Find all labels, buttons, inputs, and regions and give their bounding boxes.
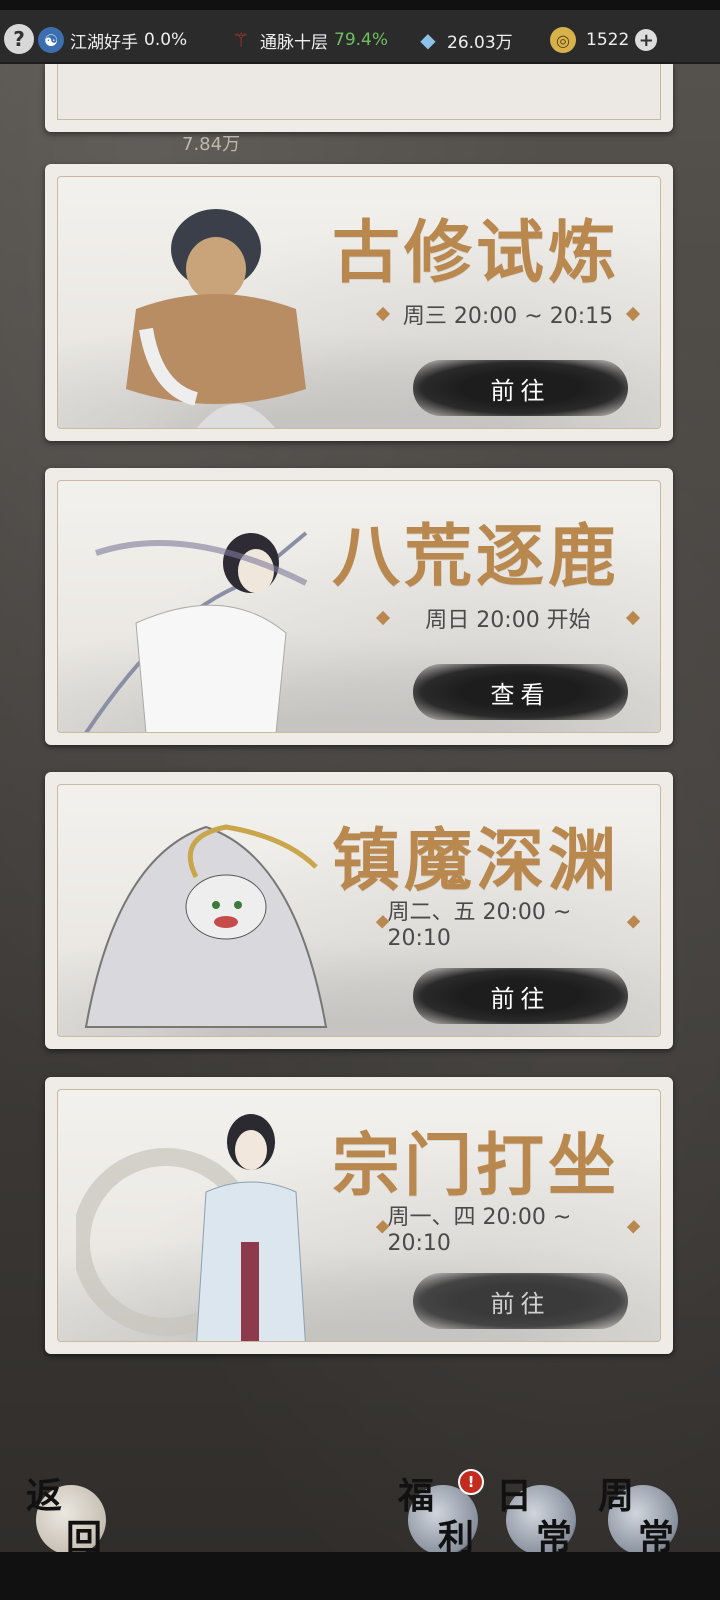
welfare-char-1: 福 [398, 1475, 435, 1517]
weekly-button[interactable]: 周 常 [598, 1465, 688, 1561]
go-button[interactable]: 前往 [413, 968, 628, 1024]
back-char-1: 返 [26, 1475, 63, 1517]
swordsman-illustration [84, 531, 308, 732]
event-card-sect-meditation[interactable]: 宗门打坐 周一、四 20:00 ~ 20:10 前往 [45, 1077, 673, 1354]
scholar-illustration [76, 1114, 306, 1341]
muscular-warrior-illustration [126, 209, 306, 428]
event-schedule: 周三 20:00 ~ 20:15 [402, 304, 614, 329]
event-title: 古修试炼 [331, 213, 620, 293]
cultivation-pct: 79.4% [334, 30, 389, 50]
help-button[interactable]: ? [4, 24, 34, 54]
top-status-bar: ? ☯ 江湖好手 0.0% ⚚ 通脉十层 79.4% ◆ 26.03万 ◎ 15… [0, 0, 720, 64]
cultivation-stat[interactable]: ⚚ 通脉十层 79.4% [228, 24, 388, 56]
event-schedule: 周一、四 20:00 ~ 20:10 [387, 1204, 572, 1256]
notification-badge: ! [458, 1469, 484, 1495]
rank-stat[interactable]: ☯ 江湖好手 0.0% [38, 24, 187, 56]
card-frame: 镇魔深渊 周二、五 20:00 ~ 20:10 前往 [57, 784, 661, 1037]
daily-button[interactable]: 日 常 [496, 1465, 586, 1561]
system-strip [0, 0, 720, 10]
event-card-ancient-trial[interactable]: 古修试炼 周三 20:00 ~ 20:15 前往 [45, 164, 673, 441]
system-nav-bar [0, 1552, 720, 1600]
event-schedule: 周二、五 20:00 ~ 20:10 [387, 899, 572, 951]
crystal-icon: ◆ [420, 28, 436, 52]
card-frame: 宗门打坐 周一、四 20:00 ~ 20:10 前往 [57, 1089, 661, 1342]
gold-stat[interactable]: ◎ 1522 + [550, 24, 658, 56]
event-schedule-row: 周日 20:00 开始 [375, 603, 641, 633]
diamond-icon [625, 610, 641, 626]
weekly-char-1: 周 [598, 1475, 635, 1517]
event-schedule-row: 周三 20:00 ~ 20:15 [375, 299, 641, 329]
diamond-icon [375, 610, 391, 626]
cultivation-label: 通脉十层 [260, 32, 328, 53]
card-frame: 古修试炼 周三 20:00 ~ 20:15 前往 [57, 176, 661, 429]
event-schedule-row: 周二、五 20:00 ~ 20:10 [375, 900, 641, 951]
event-schedule: 周日 20:00 开始 [425, 608, 591, 633]
welfare-button[interactable]: 福 利 ! [398, 1465, 488, 1561]
diamond-icon [375, 306, 391, 322]
rank-label: 江湖好手 [70, 32, 138, 53]
gold-coin-icon: ◎ [550, 27, 576, 53]
meridian-icon: ⚚ [232, 28, 250, 52]
partial-card-frame [57, 64, 661, 120]
view-button[interactable]: 查看 [413, 664, 628, 720]
rank-pct: 0.0% [144, 30, 188, 50]
event-card-bahuang[interactable]: 八荒逐鹿 周日 20:00 开始 查看 [45, 468, 673, 745]
spirit-stone-stat[interactable]: ◆ 26.03万 [415, 24, 513, 56]
partial-event-card [45, 64, 673, 132]
event-schedule-row: 周一、四 20:00 ~ 20:10 [375, 1205, 641, 1256]
card-frame: 八荒逐鹿 周日 20:00 开始 查看 [57, 480, 661, 733]
diamond-icon [625, 306, 641, 322]
spirit-stone-value: 26.03万 [447, 32, 513, 53]
go-button[interactable]: 前往 [413, 360, 628, 416]
add-gold-button[interactable]: + [635, 29, 658, 51]
event-title: 八荒逐鹿 [331, 517, 620, 597]
demon-beast-illustration [84, 824, 328, 1028]
daily-char-1: 日 [496, 1475, 533, 1517]
background-value: 7.84万 [182, 134, 241, 155]
gold-value: 1522 [586, 30, 630, 50]
back-button[interactable]: 返 回 [26, 1465, 116, 1561]
go-button-disabled[interactable]: 前往 [413, 1273, 628, 1329]
yin-yang-icon: ☯ [38, 27, 64, 53]
event-title: 镇魔深渊 [331, 821, 620, 901]
event-card-demon-abyss[interactable]: 镇魔深渊 周二、五 20:00 ~ 20:10 前往 [45, 772, 673, 1049]
event-title: 宗门打坐 [331, 1126, 620, 1206]
